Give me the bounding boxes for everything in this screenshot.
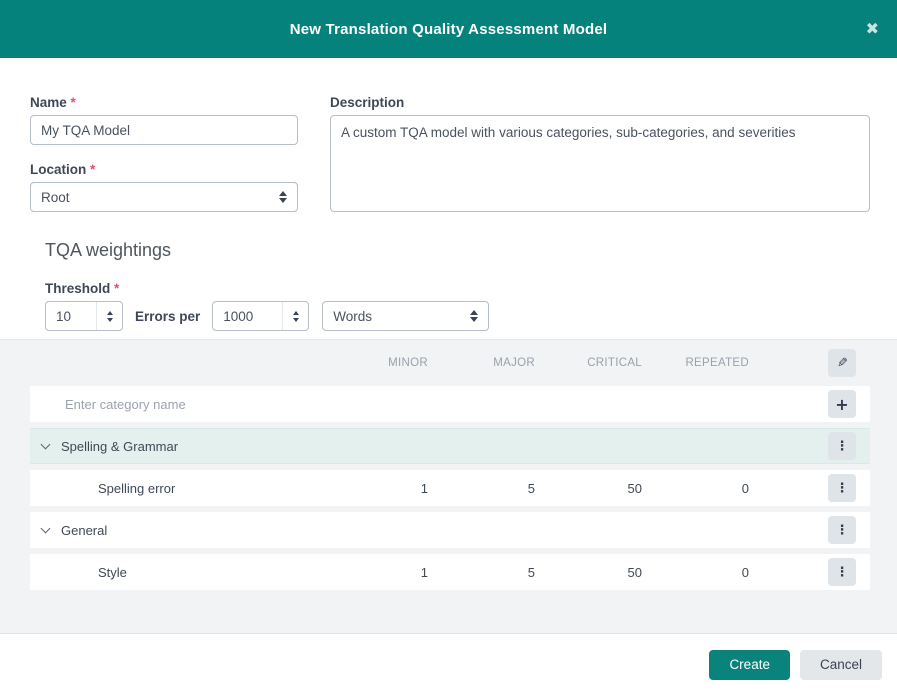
errors-per-label: Errors per (135, 309, 200, 324)
plus-icon: + (835, 395, 848, 414)
create-button[interactable]: Create (709, 650, 790, 680)
description-label: Description (330, 95, 870, 110)
location-label: Location * (30, 162, 298, 177)
critical-value: 50 (535, 565, 642, 580)
location-selected-value: Root (41, 190, 70, 205)
modal-header: New Translation Quality Assessment Model… (0, 0, 897, 58)
threshold-row: Errors per Words (45, 301, 870, 331)
chevron-down-icon[interactable] (41, 440, 51, 450)
required-marker: * (71, 95, 76, 110)
repeated-value: 0 (642, 481, 749, 496)
column-header-major: MAJOR (428, 357, 535, 369)
cancel-button[interactable]: Cancel (800, 650, 882, 680)
location-select[interactable]: Root (30, 182, 298, 212)
column-header-repeated: REPEATED (642, 357, 749, 369)
tqa-table-rows: Spelling & Grammar⋮Spelling error15500⋮G… (30, 428, 870, 590)
stepper-arrows-icon[interactable] (96, 302, 122, 330)
critical-value: 50 (535, 481, 642, 496)
form-left-column: Name * Location * Root (30, 95, 298, 212)
kebab-menu-icon: ⋮ (836, 523, 849, 538)
category-name: General (61, 523, 107, 538)
major-value: 5 (428, 481, 535, 496)
threshold-stepper-wrap (45, 301, 123, 331)
errors-per-stepper-wrap (212, 301, 309, 331)
subcategory-name: Spelling error (98, 481, 175, 496)
description-field[interactable]: A custom TQA model with various categori… (330, 115, 870, 212)
close-icon[interactable]: ✖ (866, 21, 879, 37)
form-right-column: Description A custom TQA model with vari… (330, 95, 870, 212)
repeated-value: 0 (642, 565, 749, 580)
sorter-icon (279, 191, 287, 203)
row-menu-button[interactable]: ⋮ (828, 432, 856, 460)
form-area: Name * Location * Root Description A cus… (0, 58, 897, 212)
threshold-label: Threshold * (45, 281, 870, 296)
column-header-critical: CRITICAL (535, 357, 642, 369)
sorter-icon (470, 310, 478, 322)
unit-select[interactable]: Words (322, 301, 489, 331)
minor-value: 1 (321, 565, 428, 580)
subcategory-row: Style 15500 ⋮ (30, 554, 870, 590)
tqa-weightings-heading: TQA weightings (45, 240, 870, 261)
subcategory-row: Spelling error 15500 ⋮ (30, 470, 870, 506)
required-marker: * (114, 281, 119, 296)
subcategory-name: Style (98, 565, 127, 580)
minor-value: 1 (321, 481, 428, 496)
category-row[interactable]: General ⋮ (30, 512, 870, 548)
kebab-menu-icon: ⋮ (836, 481, 849, 496)
tqa-table-section: MINOR MAJOR CRITICAL REPEATED ✎ + Spelli… (0, 339, 897, 633)
unit-selected-value: Words (333, 309, 372, 324)
required-marker: * (90, 162, 95, 177)
name-label: Name * (30, 95, 298, 110)
table-header-row: MINOR MAJOR CRITICAL REPEATED ✎ (30, 340, 870, 386)
kebab-menu-icon: ⋮ (836, 439, 849, 454)
modal-title: New Translation Quality Assessment Model (290, 21, 608, 38)
major-value: 5 (428, 565, 535, 580)
row-menu-button[interactable]: ⋮ (828, 558, 856, 586)
name-field[interactable] (30, 115, 298, 145)
column-header-minor: MINOR (321, 357, 428, 369)
new-category-row: + (30, 386, 870, 422)
row-menu-button[interactable]: ⋮ (828, 516, 856, 544)
new-category-input[interactable] (30, 397, 321, 412)
category-row[interactable]: Spelling & Grammar ⋮ (30, 428, 870, 464)
pencil-icon: ✎ (837, 356, 848, 371)
edit-weightings-button[interactable]: ✎ (828, 349, 856, 377)
category-name: Spelling & Grammar (61, 439, 178, 454)
kebab-menu-icon: ⋮ (836, 565, 849, 580)
row-menu-button[interactable]: ⋮ (828, 474, 856, 502)
chevron-down-icon[interactable] (41, 524, 51, 534)
tqa-weightings-section: TQA weightings Threshold * Errors per Wo… (0, 212, 897, 331)
modal-footer: Create Cancel (0, 633, 897, 695)
stepper-arrows-icon[interactable] (282, 302, 308, 330)
add-category-button[interactable]: + (828, 390, 856, 418)
